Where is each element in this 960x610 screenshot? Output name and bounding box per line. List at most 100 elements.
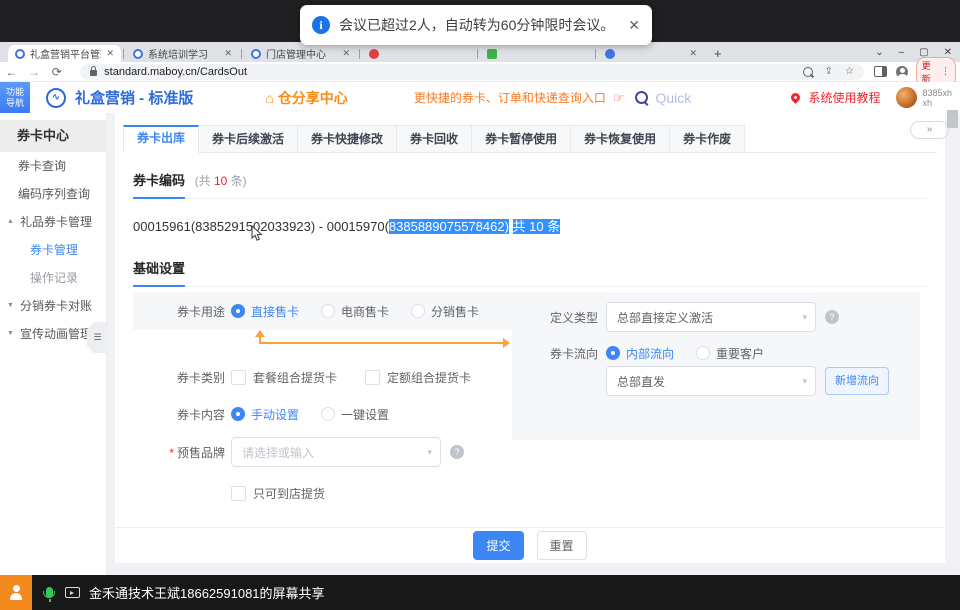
radio-off-icon (321, 304, 335, 318)
submit-button[interactable]: 提交 (473, 531, 523, 560)
browser-tab-4[interactable] (362, 45, 475, 62)
tab-close-icon[interactable]: ✕ (342, 48, 350, 59)
site-favicon (251, 49, 261, 59)
banner-close-icon[interactable]: ✕ (620, 17, 640, 34)
screen: i 会议已超过2人，自动转为60分钟限时会议。 ✕ 礼盒营销平台管理中心 ✕ 系… (0, 0, 960, 610)
tab-card-recycle[interactable]: 券卡回收 (397, 125, 472, 153)
help-icon[interactable]: ? (450, 445, 464, 459)
pointer-hand-icon: ☞ (613, 90, 625, 106)
reload-icon[interactable]: ⟳ (45, 65, 68, 79)
checkbox-icon (365, 370, 380, 385)
tab-close-icon[interactable]: ✕ (106, 48, 114, 59)
main-content-card: » 券卡出库 券卡后续激活 券卡快捷修改 券卡回收 券卡暂停使用 券卡恢复使用 … (115, 113, 945, 562)
radio-distribution-sale[interactable]: 分销售卡 (411, 303, 479, 320)
checkbox-fixed-combo-card[interactable]: 定额组合提货卡 (365, 369, 471, 386)
tab-card-void[interactable]: 券卡作废 (670, 125, 745, 153)
mouse-cursor-icon (251, 225, 263, 242)
tab-suspend-use[interactable]: 券卡暂停使用 (472, 125, 571, 153)
card-code-range: 00015961(8385291502033923) - 00015970(83… (133, 216, 560, 235)
share-icon[interactable]: ⇪ (825, 66, 833, 77)
sidebar-item-card-management[interactable]: 券卡管理 (0, 236, 106, 264)
function-nav-toggle[interactable]: 功能 导航 (0, 82, 30, 113)
chevron-down-icon: ▾ (427, 447, 432, 458)
connector-arrow-line (259, 342, 504, 344)
bookmark-star-icon[interactable]: ☆ (845, 66, 854, 77)
checkbox-store-pickup-only[interactable]: 只可到店提货 (231, 485, 325, 502)
presale-brand-row: *预售品牌 请选择或输入 ▾ ? (133, 437, 464, 467)
tab-followup-activation[interactable]: 券卡后续激活 (199, 125, 298, 153)
tab-close-icon[interactable]: ✕ (224, 48, 232, 59)
microphone-icon (46, 587, 53, 598)
radio-direct-sale[interactable]: 直接售卡 (231, 303, 299, 320)
presale-brand-select[interactable]: 请选择或输入 ▾ (231, 437, 441, 467)
menu-dots-icon: ⋮ (941, 66, 950, 77)
tab-resume-use[interactable]: 券卡恢复使用 (571, 125, 670, 153)
tab-quick-modify[interactable]: 券卡快捷修改 (298, 125, 397, 153)
basic-settings-section-header: 基础设置 (133, 258, 927, 287)
reset-button[interactable]: 重置 (537, 531, 587, 560)
browser-tab-2[interactable]: 系统培训学习 ✕ (126, 45, 239, 62)
radio-internal-flow[interactable]: 内部流向 (606, 345, 674, 362)
sidebar-group-distribution-reconciliation[interactable]: ▼ 分销券卡对账 (0, 292, 106, 320)
sidebar-item-operation-records[interactable]: 操作记录 (0, 264, 106, 292)
address-bar[interactable]: standard.maboy.cn/CardsOut ⇪ ☆ (80, 64, 864, 80)
tab-title: 礼盒营销平台管理中心 (30, 46, 101, 61)
update-label: 更新 (922, 59, 938, 85)
back-icon[interactable]: ← (0, 65, 23, 79)
minimize-icon[interactable]: – (899, 47, 905, 58)
browser-tab-6[interactable]: ✕ (598, 45, 704, 62)
tab-close-icon[interactable]: ✕ (689, 48, 697, 59)
warehouse-share-center-link[interactable]: ⌂ 仓分享中心 (265, 88, 347, 108)
browser-tab-1[interactable]: 礼盒营销平台管理中心 ✕ (8, 45, 121, 62)
radio-one-click-setup[interactable]: 一键设置 (321, 406, 389, 423)
sidebar-item-code-sequence-query[interactable]: 编码序列查询 (0, 180, 106, 208)
browser-tab-3[interactable]: 门店管理中心 ✕ (244, 45, 357, 62)
field-label: 券卡流向 (512, 345, 598, 362)
user-avatar[interactable] (896, 87, 917, 108)
checkbox-package-combo-card[interactable]: 套餐组合提货卡 (231, 369, 337, 386)
quick-search-icon[interactable] (635, 91, 648, 104)
tab-title: 门店管理中心 (266, 46, 337, 61)
sidebar-collapse-handle[interactable]: ☰ (87, 322, 108, 353)
define-type-select[interactable]: 总部直接定义激活 ▾ (606, 302, 816, 332)
flow-select[interactable]: 总部直发 ▾ (606, 366, 816, 396)
card-category-row: 券卡类别 套餐组合提货卡 定额组合提货卡 (133, 363, 493, 391)
new-tab-button[interactable]: + (714, 46, 722, 61)
scrollbar-thumb[interactable] (947, 110, 958, 128)
site-favicon (15, 49, 25, 59)
help-icon[interactable]: ? (825, 310, 839, 324)
checkbox-icon (231, 486, 246, 501)
radio-off-icon (321, 407, 335, 421)
app-logo-icon: ∿ (46, 88, 66, 108)
profile-icon[interactable] (896, 66, 907, 78)
forward-icon[interactable]: → (23, 65, 46, 79)
radio-important-customer[interactable]: 重要客户 (696, 345, 764, 362)
tab-card-outbound[interactable]: 券卡出库 (123, 125, 199, 153)
url-text[interactable]: standard.maboy.cn/CardsOut (104, 66, 790, 78)
tab-separator (123, 49, 124, 59)
browser-tab-5[interactable] (480, 45, 593, 62)
zoom-icon[interactable] (803, 67, 813, 77)
maximize-icon[interactable]: ▢ (919, 47, 928, 58)
sidebar: 券卡中心 券卡查询 编码序列查询 ▲ 礼品券卡管理 券卡管理 操作记录 ▼ 分销… (0, 113, 107, 575)
form-footer: 提交 重置 (115, 527, 945, 563)
field-label: 券卡用途 (133, 303, 225, 320)
window-close-icon[interactable]: ✕ (944, 47, 952, 58)
warehouse-icon: ⌂ (265, 90, 273, 106)
side-panel-icon[interactable] (874, 66, 887, 77)
quick-link[interactable]: Quick (655, 90, 691, 106)
section-title: 基础设置 (133, 258, 185, 277)
person-icon (8, 585, 24, 600)
radio-ecommerce-sale[interactable]: 电商售卡 (321, 303, 389, 320)
codes-count-note: (共 10 条) (195, 174, 247, 188)
sidebar-group-gift-card-management[interactable]: ▲ 礼品券卡管理 (0, 208, 106, 236)
card-usage-row: 券卡用途 直接售卡 电商售卡 分销售卡 (133, 292, 512, 330)
sidebar-item-card-query[interactable]: 券卡查询 (0, 152, 106, 180)
tutorial-link[interactable]: 系统使用教程 (808, 89, 880, 106)
tab-search-icon[interactable]: ⌄ (875, 47, 883, 58)
radio-manual-setup[interactable]: 手动设置 (231, 406, 299, 423)
add-flow-button[interactable]: 新增流向 (825, 367, 889, 395)
browser-toolbar: ← → ⟳ standard.maboy.cn/CardsOut ⇪ ☆ 更新 … (0, 62, 960, 82)
chevron-down-icon: ▾ (802, 312, 807, 323)
field-label: 券卡内容 (133, 406, 225, 423)
